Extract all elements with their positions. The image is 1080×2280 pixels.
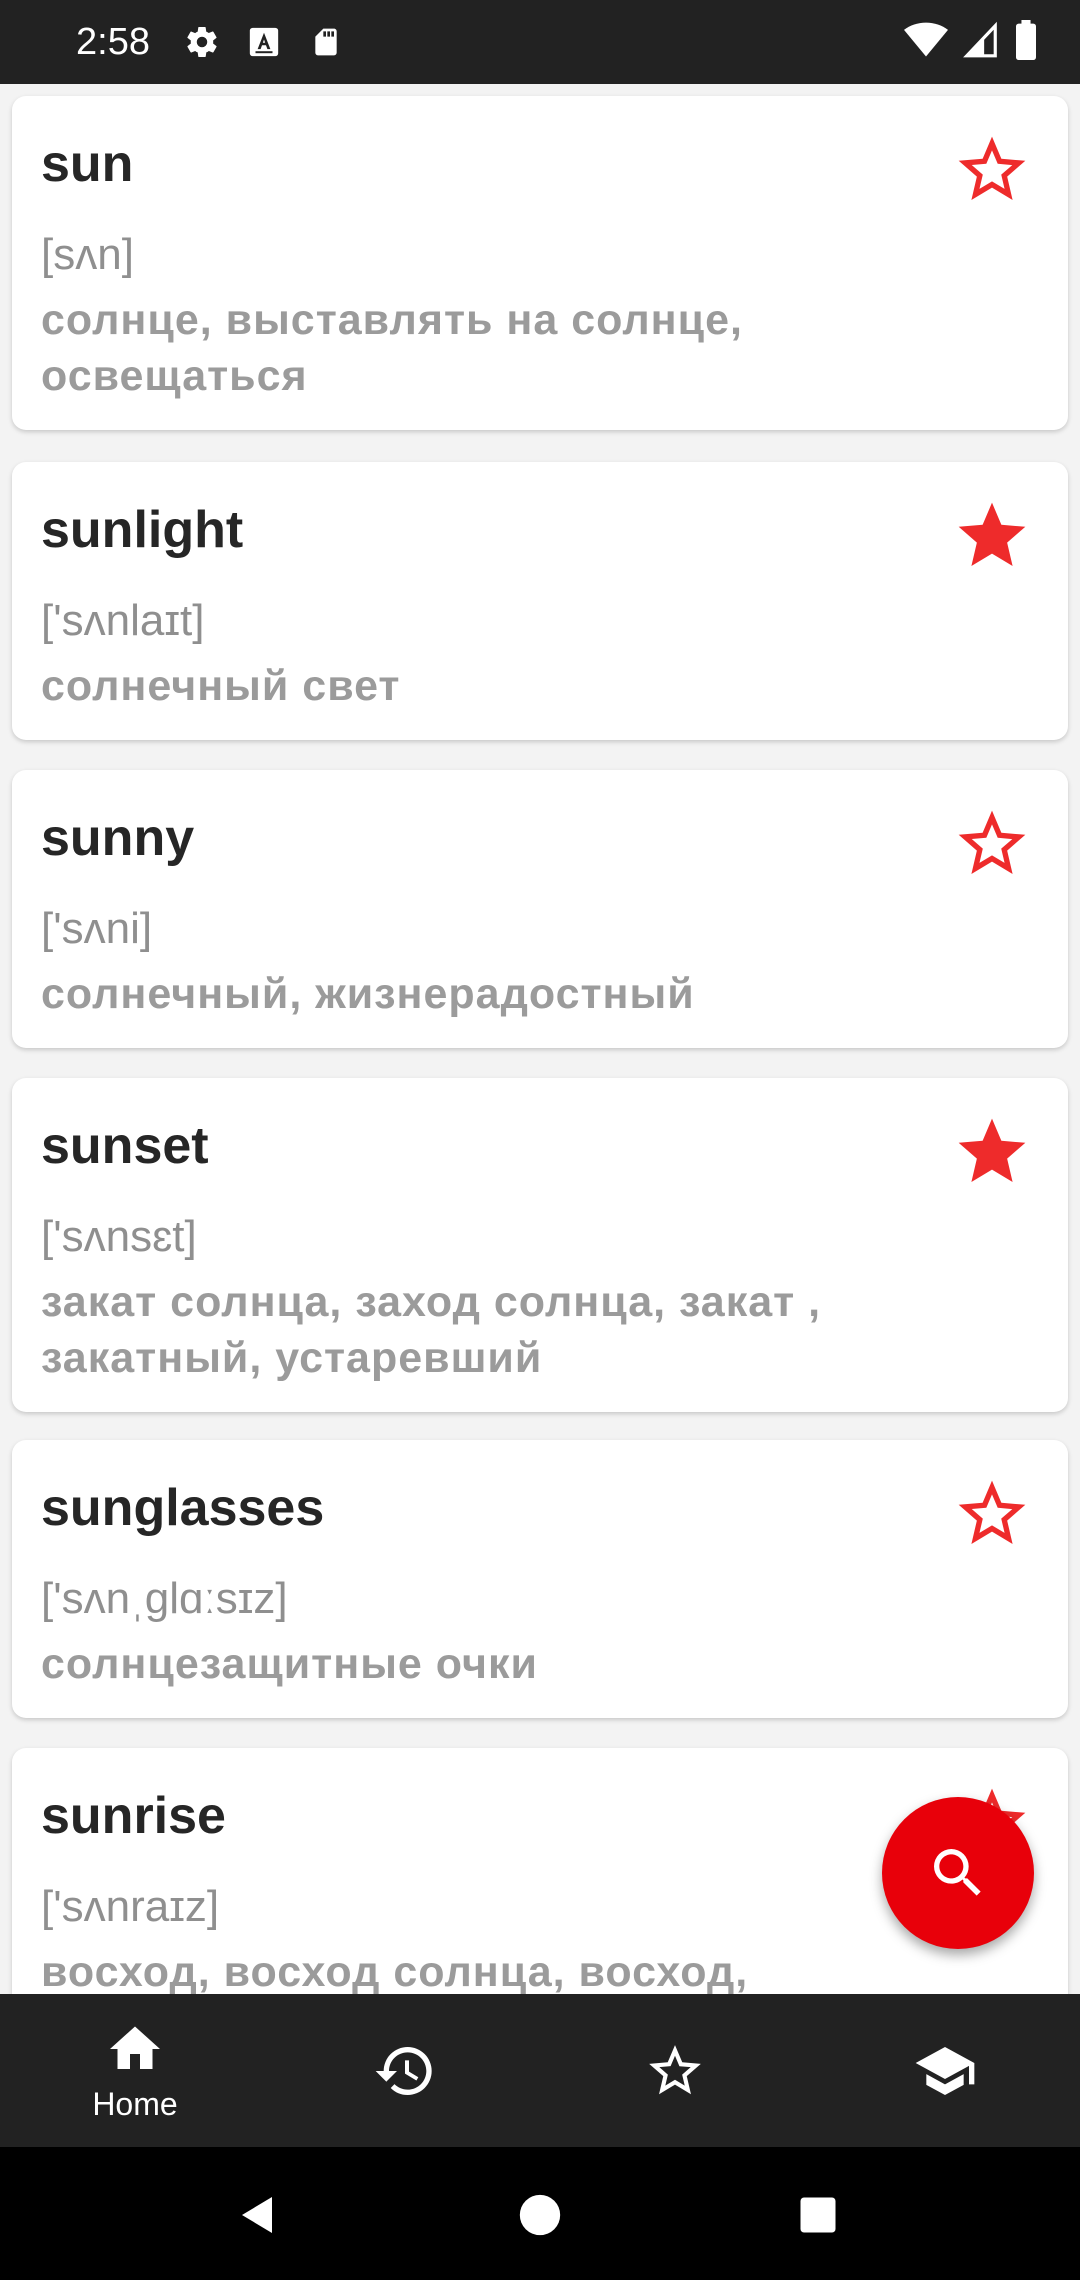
system-back-button[interactable]: [228, 2185, 288, 2245]
wifi-icon: [904, 21, 948, 64]
system-recents-button[interactable]: [788, 2185, 848, 2245]
search-fab-button[interactable]: [882, 1797, 1034, 1949]
nav-favorites[interactable]: [540, 1994, 810, 2147]
word-card[interactable]: sunny ['sʌni] солнечный, жизнерадостный: [12, 770, 1068, 1048]
star-outline-icon: [958, 1480, 1026, 1544]
word-card[interactable]: sunglasses ['sʌnˌglɑːsɪz] солнцезащитные…: [12, 1440, 1068, 1718]
gear-icon: [182, 22, 222, 62]
favorite-button[interactable]: [950, 1110, 1034, 1194]
word-title: sun: [41, 135, 134, 193]
word-translation: солнечный свет: [41, 662, 401, 710]
word-list[interactable]: sun [sʌn] солнце, выставлять на солнце, …: [0, 84, 1080, 1994]
cellular-signal-icon: [962, 21, 1000, 64]
word-transcription: ['sʌnraɪz]: [41, 1882, 220, 1931]
font-download-icon: [244, 22, 284, 62]
favorite-button[interactable]: [950, 494, 1034, 578]
word-card[interactable]: sun [sʌn] солнце, выставлять на солнце, …: [12, 96, 1068, 430]
word-transcription: [sʌn]: [41, 230, 134, 279]
word-card[interactable]: sunlight ['sʌnlaɪt] солнечный свет: [12, 462, 1068, 740]
word-transcription: ['sʌnˌglɑːsɪz]: [41, 1574, 288, 1623]
word-card[interactable]: sunset ['sʌnsɛt] закат солнца, заход сол…: [12, 1078, 1068, 1412]
word-title: sunlight: [41, 501, 244, 559]
star-outline-icon: [958, 136, 1026, 200]
battery-icon: [1014, 20, 1038, 65]
system-navigation-bar: [0, 2147, 1080, 2280]
favorite-button[interactable]: [950, 1472, 1034, 1556]
star-outline-icon: [649, 2044, 701, 2094]
word-translation: восход, восход солнца, восход,: [41, 1948, 749, 1994]
history-icon: [375, 2046, 432, 2095]
star-outline-icon: [958, 810, 1026, 874]
nav-home-label: Home: [92, 2085, 178, 2122]
back-icon: [242, 2197, 272, 2233]
star-filled-icon: [958, 1118, 1026, 1182]
word-translation: солнечный, жизнерадостный: [41, 970, 695, 1018]
word-title: sunrise: [41, 1787, 226, 1845]
system-home-button[interactable]: [510, 2185, 570, 2245]
word-translation: солнцезащитные очки: [41, 1640, 538, 1688]
word-title: sunny: [41, 809, 195, 867]
nav-history[interactable]: [270, 1994, 540, 2147]
school-icon: [915, 2046, 975, 2095]
star-filled-icon: [958, 502, 1026, 566]
nav-home[interactable]: Home: [0, 1994, 270, 2147]
word-title: sunset: [41, 1117, 209, 1175]
word-translation: солнце, выставлять на солнце, освещаться: [41, 296, 743, 400]
bottom-navigation: Home: [0, 1994, 1080, 2147]
recents-icon: [800, 2197, 836, 2233]
nav-learn[interactable]: [810, 1994, 1080, 2147]
word-transcription: ['sʌnsɛt]: [41, 1212, 197, 1261]
search-icon: [934, 1849, 981, 1896]
word-translation: закат солнца, заход солнца, закат , зака…: [41, 1278, 822, 1382]
word-transcription: ['sʌnlaɪt]: [41, 596, 205, 645]
status-bar: 2:58: [0, 0, 1080, 84]
favorite-button[interactable]: [950, 128, 1034, 212]
home-circle-icon: [519, 2194, 561, 2236]
sd-card-icon: [306, 22, 346, 62]
word-title: sunglasses: [41, 1479, 325, 1537]
home-icon: [110, 2026, 160, 2069]
favorite-button[interactable]: [950, 802, 1034, 886]
status-time: 2:58: [76, 21, 150, 63]
word-transcription: ['sʌni]: [41, 904, 153, 953]
